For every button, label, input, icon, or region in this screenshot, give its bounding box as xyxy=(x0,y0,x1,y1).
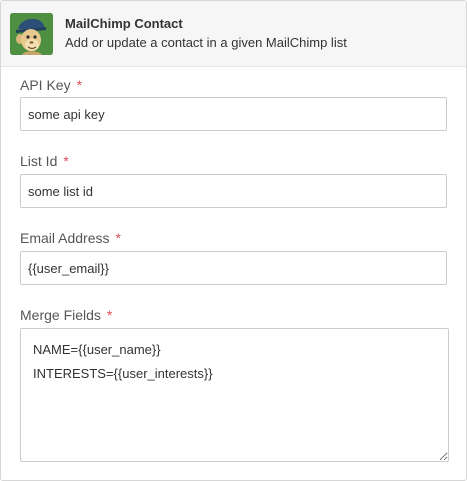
form-title: MailChimp Contact xyxy=(65,16,183,31)
email-address-input[interactable] xyxy=(20,251,447,285)
required-asterisk: * xyxy=(115,230,121,246)
list-id-label: List Id * xyxy=(20,153,69,169)
form-header: MailChimp Contact Add or update a contac… xyxy=(1,1,466,67)
merge-fields-textarea[interactable]: NAME={{user_name}} INTERESTS={{user_inte… xyxy=(20,328,449,462)
form-subtitle: Add or update a contact in a given MailC… xyxy=(65,35,347,50)
email-address-label-text: Email Address xyxy=(20,230,110,246)
mailchimp-contact-form: MailChimp Contact Add or update a contac… xyxy=(0,0,467,481)
api-key-label: API Key * xyxy=(20,77,82,93)
mailchimp-logo-icon xyxy=(10,13,53,55)
api-key-input[interactable] xyxy=(20,97,447,131)
merge-fields-label-text: Merge Fields xyxy=(20,307,101,323)
required-asterisk: * xyxy=(76,77,83,93)
list-id-input[interactable] xyxy=(20,174,447,208)
list-id-label-text: List Id xyxy=(20,153,58,169)
api-key-label-text: API Key xyxy=(20,77,71,93)
email-address-label: Email Address * xyxy=(20,230,121,246)
required-asterisk: * xyxy=(63,153,69,169)
merge-fields-label: Merge Fields * xyxy=(20,307,112,323)
required-asterisk: * xyxy=(106,307,113,323)
